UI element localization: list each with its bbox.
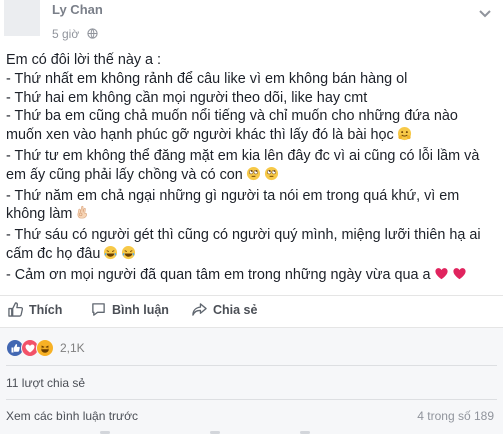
post-line: muốn xen vào hạnh phúc gỡ người khác thì… (6, 126, 496, 147)
like-label: Thích (29, 302, 63, 317)
comment-icon (92, 303, 105, 316)
post-line-text: - Thứ hai em không cần mọi người theo dõ… (6, 89, 368, 106)
post-line-text: Em có đôi lời thế này a : (6, 52, 162, 68)
post-line: - Thứ tư em không thể đăng mặt em kia lê… (6, 147, 496, 166)
post-line-text: - Thứ sáu có người gét thì cũng có người… (6, 227, 481, 244)
tears-of-joy-emoji-icon (121, 245, 136, 266)
divider (6, 399, 497, 400)
rolling-eyes-emoji-icon (246, 166, 261, 187)
avatar[interactable] (4, 0, 40, 36)
post-line-text: em ấy cũng phải lấy chồng và có con (6, 166, 243, 183)
post-line: - Thứ sáu có người gét thì cũng có người… (6, 226, 496, 245)
post-line-text: - Thứ năm em chả ngại những gì người ta … (6, 187, 460, 204)
tears-of-joy-emoji-icon (103, 245, 118, 266)
post-line-text: - Cảm ơn mọi người đã quan tâm em trong … (6, 266, 431, 283)
post-line-text: cấm đc họ đâu (6, 245, 101, 262)
post-line: không làm (6, 205, 496, 226)
post-line: - Thứ hai em không cần mọi người theo dõ… (6, 89, 496, 108)
post-line: - Thứ năm em chả ngại những gì người ta … (6, 187, 496, 206)
view-previous-comments-link[interactable]: Xem các bình luận trước (6, 409, 138, 423)
post-text: Em có đôi lời thế này a : - Thứ nhất em k… (6, 51, 496, 287)
rolling-eyes-emoji-icon (264, 166, 279, 187)
haha-reaction-icon (36, 339, 54, 357)
heart-emoji-icon (452, 266, 467, 287)
share-button[interactable]: Chia sẻ (192, 302, 257, 317)
comment-label: Bình luận (112, 302, 169, 317)
post-line: - Thứ nhất em không rảnh để câu like vì … (6, 70, 496, 89)
hugging-emoji-icon (397, 126, 412, 147)
shares-count[interactable]: 11 lượt chia sẻ (6, 376, 85, 390)
post-line-text: - Thứ nhất em không rảnh để câu like vì … (6, 70, 408, 87)
post-line: Em có đôi lời thế này a : (6, 51, 496, 70)
author-name[interactable]: Ly Chan (52, 2, 103, 17)
ok-hand-emoji-icon (75, 205, 90, 226)
post-line-text: muốn xen vào hạnh phúc gỡ người khác thì… (6, 127, 394, 144)
share-label: Chia sẻ (213, 302, 258, 317)
divider (6, 365, 497, 366)
comment-count: 4 trong số 189 (417, 409, 494, 423)
share-icon (192, 303, 207, 316)
post-actions: Thích Bình luận Chia sẻ (0, 296, 503, 326)
post-time[interactable]: 5 giờ (52, 27, 79, 41)
reaction-count: 2,1K (60, 341, 85, 355)
post-line: cấm đc họ đâu (6, 245, 496, 266)
globe-icon (86, 28, 98, 39)
post-line: - Cảm ơn mọi người đã quan tâm em trong … (6, 266, 496, 287)
comment-button[interactable]: Bình luận (91, 302, 169, 317)
post-line-text: - Thứ ba em cũng chả muốn nổi tiếng và c… (6, 108, 458, 125)
post-meta: 5 giờ (52, 27, 98, 41)
feedback-section: 2,1K 11 lượt chia sẻ Xem các bình luận t… (0, 327, 503, 434)
post-line-text: - Thứ tư em không thể đăng mặt em kia lê… (6, 147, 480, 164)
post-line-text: không làm (6, 206, 73, 223)
reactions-summary[interactable]: 2,1K (6, 339, 85, 357)
more-options-icon[interactable] (477, 6, 493, 18)
post-line: - Thứ ba em cũng chả muốn nổi tiếng và c… (6, 107, 496, 126)
heart-emoji-icon (434, 266, 449, 287)
like-button[interactable]: Thích (8, 302, 62, 317)
post-header: Ly Chan 5 giờ (0, 0, 503, 50)
post-line: em ấy cũng phải lấy chồng và có con (6, 166, 496, 187)
thumbs-up-icon (8, 302, 23, 317)
